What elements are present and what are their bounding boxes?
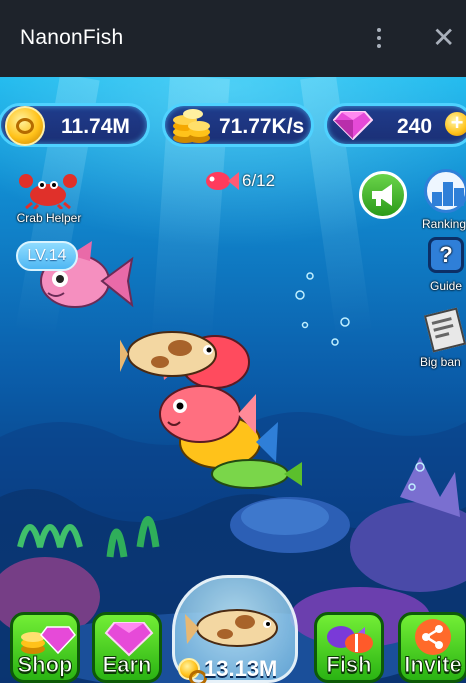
guide-button[interactable]: ? Guide — [426, 237, 466, 297]
podium-icon — [424, 169, 466, 213]
close-icon[interactable]: ✕ — [432, 24, 456, 52]
brown-spotted-fish[interactable] — [120, 331, 217, 377]
fish-group — [120, 331, 302, 489]
coins-value: 11.74M — [61, 115, 130, 138]
crab-icon — [19, 174, 77, 209]
coin-stack-icon — [173, 109, 210, 143]
shop-label: Shop — [17, 652, 73, 678]
invite-button[interactable]: Invite — [398, 612, 466, 683]
fish-count-value: 6/12 — [242, 171, 276, 190]
coin-icon — [5, 106, 45, 146]
megaphone-icon — [372, 184, 392, 206]
crab-helper-button[interactable]: Crab Helper — [4, 171, 94, 227]
fish-label: Fish — [326, 652, 372, 678]
window-titlebar: NanonFish ✕ — [0, 0, 466, 77]
invite-label: Invite — [404, 652, 462, 678]
level-badge: LV.14 — [16, 241, 78, 271]
question-icon: ? — [428, 237, 464, 273]
green-fish[interactable] — [211, 459, 302, 489]
fish-button[interactable]: Fish — [314, 612, 384, 683]
window-title: NanonFish — [20, 26, 124, 49]
ranking-label: Ranking — [422, 217, 466, 231]
coins-counter: 11.74M — [0, 103, 150, 147]
fish-icon — [206, 172, 239, 190]
buy-fish-price-value: 13.13M — [204, 656, 278, 681]
income-value: 71.77K/s — [219, 115, 305, 138]
big-bang-button[interactable]: Big ban — [418, 307, 466, 371]
more-vert-icon[interactable] — [372, 26, 386, 50]
guide-label: Guide — [430, 279, 463, 293]
fish-icon — [185, 609, 278, 647]
gem-icon — [333, 111, 373, 140]
shop-button[interactable]: Shop — [10, 612, 80, 683]
gems-counter: 240 + — [324, 103, 466, 147]
game-scene: 11.74M 71.77K/s 240 + 6/12 Crab Helper L… — [0, 77, 466, 683]
plus-icon[interactable]: + — [445, 112, 466, 136]
earn-button[interactable]: Earn — [92, 612, 162, 683]
share-icon — [415, 619, 451, 655]
big-bang-label: Big ban — [420, 355, 461, 369]
buy-fish-price: 13.13M — [176, 652, 296, 683]
featured-fish[interactable]: LV.14 — [16, 237, 136, 327]
income-counter: 71.77K/s — [162, 103, 314, 147]
megaphone-button[interactable] — [359, 171, 407, 219]
newspaper-icon — [423, 307, 466, 353]
gems-value: 240 — [397, 115, 433, 138]
ranking-button[interactable]: Ranking — [420, 169, 466, 235]
earn-label: Earn — [102, 652, 152, 678]
coin-icon — [178, 658, 207, 683]
crab-helper-label: Crab Helper — [16, 211, 82, 225]
